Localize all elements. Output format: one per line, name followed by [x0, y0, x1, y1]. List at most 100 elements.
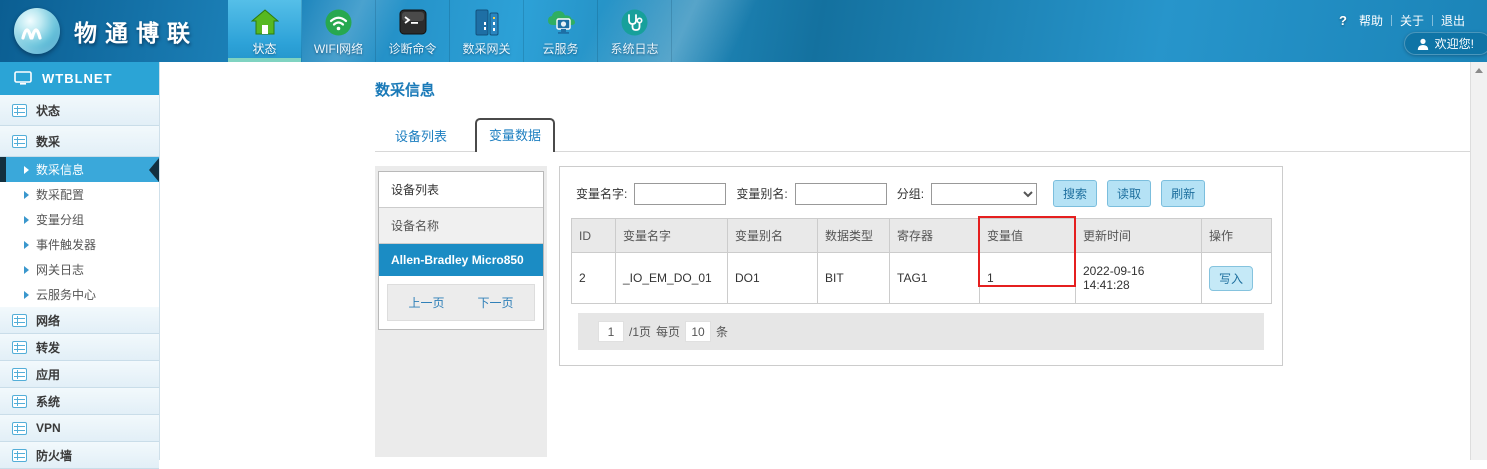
device-item-selected[interactable]: Allen-Bradley Micro850: [379, 244, 543, 276]
pagination-bar: /1页 每页 条: [578, 313, 1264, 350]
triangle-icon: [24, 291, 29, 299]
device-column-header: 设备名称: [379, 208, 543, 244]
nav-status[interactable]: 状态: [228, 0, 302, 62]
cell-register: TAG1: [890, 253, 980, 304]
triangle-icon: [24, 166, 29, 174]
group-label: 分组:: [897, 185, 924, 202]
col-register: 寄存器: [890, 219, 980, 253]
table-row: 2 _IO_EM_DO_01 DO1 BIT TAG1 1 2022-09-16…: [572, 253, 1272, 304]
sidebar-item-cloud-center[interactable]: 云服务中心: [0, 282, 159, 307]
terminal-icon: [399, 7, 427, 37]
page-number-input[interactable]: [598, 321, 624, 342]
sidebar-item-firewall[interactable]: 防火墙: [0, 442, 159, 469]
col-id: ID: [572, 219, 616, 253]
welcome-badge[interactable]: 欢迎您!: [1404, 32, 1487, 55]
variable-alias-input[interactable]: [795, 183, 887, 205]
sidebar-item-forward[interactable]: 转发: [0, 334, 159, 361]
grid-icon: [12, 341, 27, 354]
gateway-icon: [474, 7, 500, 37]
scroll-up-arrow-icon[interactable]: [1471, 62, 1487, 79]
sidebar-item-collect-config[interactable]: 数采配置: [0, 182, 159, 207]
cloud-icon: [545, 7, 577, 37]
tab-bar: 设备列表 变量数据: [375, 122, 1470, 152]
top-bar: 物通博联 状态 WIFI网络 诊断命令 数采网关: [0, 0, 1487, 62]
nav-gateway[interactable]: 数采网关: [450, 0, 524, 62]
variable-data-panel: 变量名字: 变量别名: 分组: 搜索 读取 刷新: [559, 166, 1283, 366]
grid-icon: [12, 368, 27, 381]
per-page-label: 每页: [656, 323, 680, 340]
col-variable-alias: 变量别名: [728, 219, 818, 253]
read-button[interactable]: 读取: [1107, 180, 1151, 207]
triangle-icon: [24, 216, 29, 224]
write-button[interactable]: 写入: [1209, 266, 1253, 291]
nav-wifi[interactable]: WIFI网络: [302, 0, 376, 62]
logo-waves-icon: [21, 18, 53, 44]
search-button[interactable]: 搜索: [1053, 180, 1097, 207]
sidebar-item-application[interactable]: 应用: [0, 361, 159, 388]
next-page-button[interactable]: 下一页: [477, 294, 513, 311]
per-page-input[interactable]: [685, 321, 711, 342]
variable-name-label: 变量名字:: [576, 185, 627, 202]
col-update-time: 更新时间: [1076, 219, 1202, 253]
tab-variable-data[interactable]: 变量数据: [475, 118, 555, 152]
triangle-icon: [24, 241, 29, 249]
brand-name: 物通博联: [74, 14, 198, 48]
col-variable-name: 变量名字: [616, 219, 728, 253]
device-list-column: 设备列表 设备名称 Allen-Bradley Micro850 上一页 下一页: [375, 166, 547, 457]
variable-alias-label: 变量别名:: [736, 185, 787, 202]
cell-action: 写入: [1202, 253, 1272, 304]
vertical-scrollbar[interactable]: [1470, 62, 1487, 460]
variable-table: ID 变量名字 变量别名 数据类型 寄存器 变量值 更新时间 操作 2: [571, 218, 1272, 304]
cell-id: 2: [572, 253, 616, 304]
table-header-row: ID 变量名字 变量别名 数据类型 寄存器 变量值 更新时间 操作: [572, 219, 1272, 253]
sidebar-header: WTBLNET: [0, 62, 159, 95]
sidebar-item-network[interactable]: 网络: [0, 307, 159, 334]
sidebar-item-data-collect[interactable]: 数采: [0, 126, 159, 157]
sidebar-item-collect-info[interactable]: 数采信息: [0, 157, 159, 182]
sidebar-item-variable-group[interactable]: 变量分组: [0, 207, 159, 232]
page-title: 数采信息: [375, 79, 1470, 100]
user-icon: [1417, 38, 1429, 50]
triangle-icon: [24, 266, 29, 274]
variable-name-input[interactable]: [634, 183, 726, 205]
monitor-icon: [14, 71, 32, 86]
help-link[interactable]: 帮助: [1351, 12, 1391, 29]
page-total-label: /1页: [629, 323, 651, 340]
device-panel-title: 设备列表: [379, 172, 543, 208]
grid-icon: [12, 104, 27, 117]
nav-cloud[interactable]: 云服务: [524, 0, 598, 62]
cell-variable-name: _IO_EM_DO_01: [616, 253, 728, 304]
logout-link[interactable]: 退出: [1433, 12, 1473, 29]
device-list-panel: 设备列表 设备名称 Allen-Bradley Micro850 上一页 下一页: [378, 171, 544, 330]
welcome-text: 欢迎您!: [1435, 35, 1474, 52]
grid-icon: [12, 395, 27, 408]
sidebar-item-system[interactable]: 系统: [0, 388, 159, 415]
nav-syslog[interactable]: 系统日志: [598, 0, 672, 62]
group-select[interactable]: [931, 183, 1037, 205]
home-icon: [251, 7, 279, 37]
nav-diagnostic[interactable]: 诊断命令: [376, 0, 450, 62]
col-action: 操作: [1202, 219, 1272, 253]
wifi-icon: [325, 7, 352, 37]
triangle-icon: [24, 191, 29, 199]
sidebar-item-vpn[interactable]: VPN: [0, 415, 159, 442]
top-navigation: 状态 WIFI网络 诊断命令 数采网关 云服务: [228, 0, 672, 62]
cell-variable-value: 1: [980, 253, 1076, 304]
main-content: 数采信息 设备列表 变量数据 设备列表 设备名称 Allen-Bradley M…: [160, 62, 1470, 460]
col-variable-value: 变量值: [980, 219, 1076, 253]
filter-row: 变量名字: 变量别名: 分组: 搜索 读取 刷新: [560, 167, 1282, 218]
prev-page-button[interactable]: 上一页: [408, 294, 444, 311]
sidebar: WTBLNET 状态 数采 数采信息 数采配置 变量分组 事件触发器 网关日志 …: [0, 62, 160, 460]
cell-data-type: BIT: [818, 253, 890, 304]
top-right-links: ? 帮助 关于 退出: [1339, 12, 1473, 29]
sidebar-item-gateway-log[interactable]: 网关日志: [0, 257, 159, 282]
refresh-button[interactable]: 刷新: [1161, 180, 1205, 207]
about-link[interactable]: 关于: [1392, 12, 1432, 29]
content-row: 设备列表 设备名称 Allen-Bradley Micro850 上一页 下一页…: [375, 166, 1470, 457]
stethoscope-icon: [621, 7, 648, 37]
sidebar-item-event-trigger[interactable]: 事件触发器: [0, 232, 159, 257]
sidebar-item-status[interactable]: 状态: [0, 95, 159, 126]
variable-table-wrap: ID 变量名字 变量别名 数据类型 寄存器 变量值 更新时间 操作 2: [571, 218, 1271, 304]
tab-device-list[interactable]: 设备列表: [383, 121, 459, 151]
cell-update-time: 2022-09-16 14:41:28: [1076, 253, 1202, 304]
